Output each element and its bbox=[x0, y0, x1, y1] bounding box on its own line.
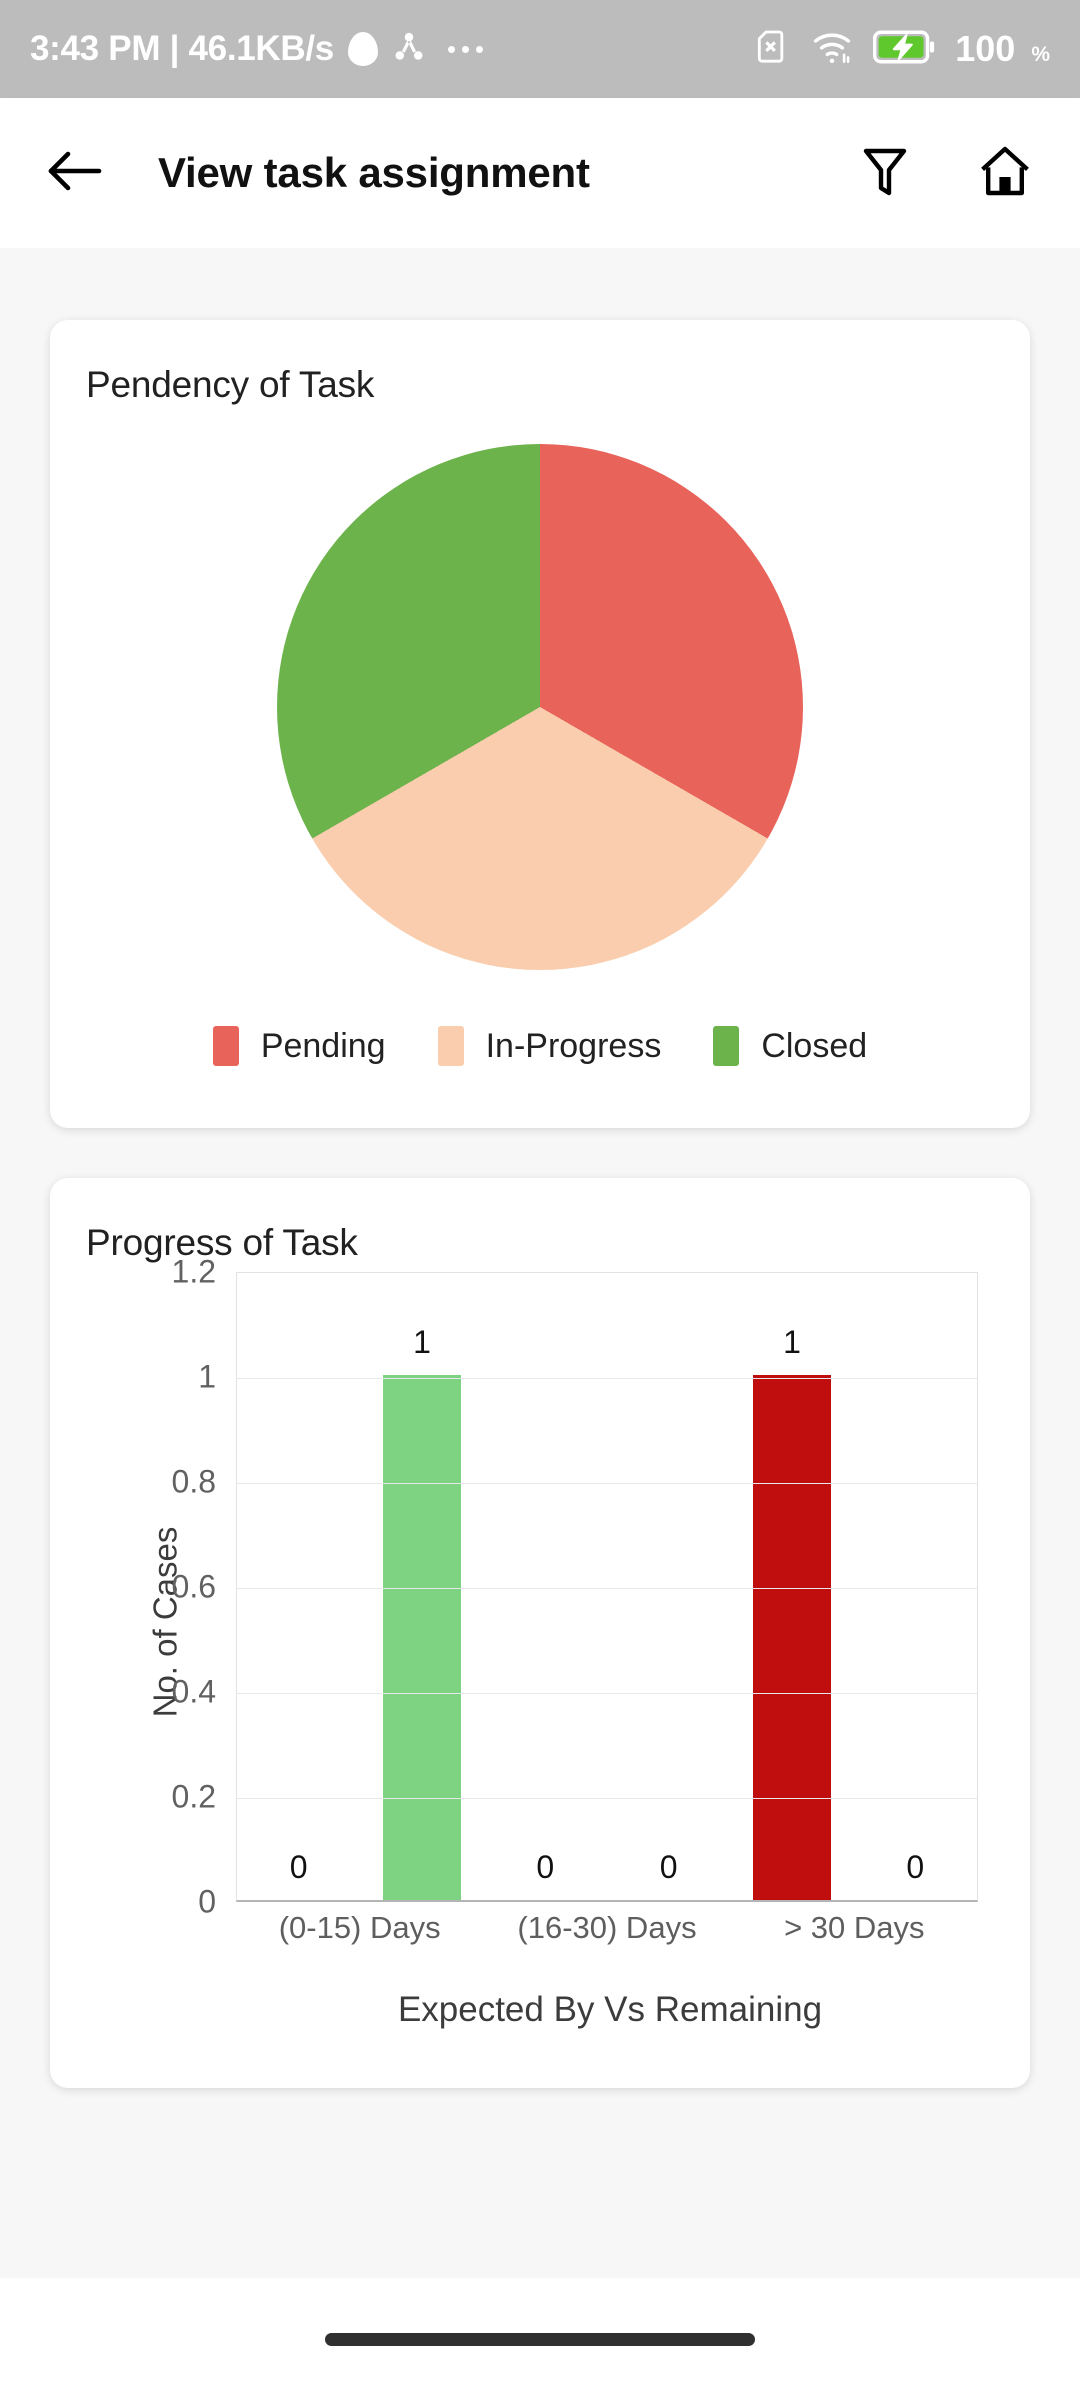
y-axis-tick-label: 0.4 bbox=[171, 1673, 216, 1710]
phone-screen: 3:43 PM | 46.1KB/s 100 % View task assig… bbox=[0, 0, 1080, 2400]
y-axis-tick-label: 0.2 bbox=[171, 1778, 216, 1815]
pendency-pie-chart[interactable] bbox=[277, 444, 803, 970]
pendency-card-title: Pendency of Task bbox=[86, 364, 375, 405]
progress-card-title: Progress of Task bbox=[86, 1222, 358, 1263]
bar-slot[interactable]: 0 bbox=[484, 1273, 607, 1900]
bar-slot[interactable]: 0 bbox=[607, 1273, 730, 1900]
back-button[interactable] bbox=[44, 142, 106, 204]
y-axis-tick-label: 0.6 bbox=[171, 1568, 216, 1605]
y-axis-tick-label: 1.2 bbox=[171, 1253, 216, 1290]
bar-slot[interactable]: 0 bbox=[854, 1273, 977, 1900]
filter-funnel-icon bbox=[861, 145, 909, 202]
y-axis-ticks: 0 0.2 0.4 0.6 0.8 1 1.2 bbox=[116, 1254, 226, 1920]
y-axis-tick-label: 0 bbox=[198, 1883, 216, 1920]
status-bar: 3:43 PM | 46.1KB/s 100 % bbox=[0, 0, 1080, 98]
bar-series-group: 0 1 0 0 1 0 bbox=[237, 1273, 977, 1900]
grid-line bbox=[237, 1588, 977, 1589]
sim-card-off-icon bbox=[751, 27, 791, 72]
bar-value-label: 0 bbox=[659, 1849, 678, 1885]
bar-chart-body: No. of Cases 0 0.2 0.4 0.6 0.8 1 1.2 010010 (0… bbox=[50, 1254, 1030, 2088]
status-bar-left: 3:43 PM | 46.1KB/s bbox=[30, 29, 751, 69]
page-title: View task assignment bbox=[158, 149, 590, 196]
grid-line bbox=[237, 1378, 977, 1379]
legend-item-pending[interactable]: Pending bbox=[212, 1026, 386, 1066]
status-clock: 3:43 PM | 46.1KB/s bbox=[30, 29, 334, 68]
grid-line bbox=[237, 1798, 977, 1799]
y-axis-tick-label: 0.8 bbox=[171, 1463, 216, 1500]
battery-charging-icon bbox=[873, 29, 935, 69]
legend-item-closed[interactable]: Closed bbox=[713, 1026, 867, 1066]
bar-slot[interactable]: 1 bbox=[730, 1273, 853, 1900]
status-bar-right: 100 % bbox=[751, 27, 1050, 72]
x-axis-category-labels: (0-15) Days (16-30) Days > 30 Days bbox=[236, 1910, 978, 1946]
grid-line bbox=[237, 1483, 977, 1484]
x-axis-category-label: (16-30) Days bbox=[517, 1910, 697, 1945]
wifi-icon bbox=[811, 28, 853, 71]
x-axis-category-label: > 30 Days bbox=[784, 1910, 925, 1945]
bar-value-label: 0 bbox=[906, 1849, 925, 1885]
percent-sign-label: % bbox=[1031, 42, 1050, 66]
legend-label: In-Progress bbox=[485, 1026, 662, 1065]
legend-label: Pending bbox=[260, 1026, 386, 1065]
share-nodes-icon bbox=[392, 30, 426, 69]
bar-plot-area: 0 1 0 0 1 0 bbox=[236, 1272, 978, 1902]
bar-value-label: 0 bbox=[289, 1849, 308, 1885]
grid-line bbox=[237, 1693, 977, 1694]
content-scroll-area[interactable]: Pendency of Task Pending In-Progress Close… bbox=[0, 248, 1080, 2278]
pendency-of-task-card: Pendency of Task Pending In-Progress Close… bbox=[50, 320, 1030, 1128]
legend-label: Closed bbox=[761, 1026, 868, 1065]
progress-of-task-card: Progress of Task No. of Cases 0 0.2 0.4 0.6… bbox=[50, 1178, 1030, 2088]
bar-chart-area[interactable]: No. of Cases 0 0.2 0.4 0.6 0.8 1 1.2 010010 (0… bbox=[50, 1254, 978, 1972]
app-bar: View task assignment bbox=[0, 98, 1080, 248]
gesture-home-bar[interactable] bbox=[325, 2332, 755, 2346]
bar[interactable] bbox=[752, 1375, 832, 1900]
bar-slot[interactable]: 0 bbox=[237, 1273, 360, 1900]
bar-value-label: 1 bbox=[413, 1324, 431, 1360]
x-axis-title: Expected By Vs Remaining bbox=[397, 1990, 823, 2029]
y-axis-tick-label: 1 bbox=[198, 1358, 216, 1395]
recording-blob-icon bbox=[347, 32, 378, 66]
legend-swatch-icon bbox=[437, 1026, 464, 1066]
home-icon bbox=[979, 145, 1031, 202]
navigation-gesture-area bbox=[0, 2278, 1080, 2400]
legend-item-in-progress[interactable]: In-Progress bbox=[437, 1026, 662, 1066]
x-axis-category-label: (0-15) Days bbox=[278, 1910, 441, 1945]
bar-value-label: 1 bbox=[783, 1324, 801, 1360]
bar-value-label: 0 bbox=[536, 1849, 555, 1885]
filter-button[interactable] bbox=[854, 142, 916, 204]
pie-chart-legend: Pending In-Progress Closed bbox=[50, 970, 1030, 1128]
home-button[interactable] bbox=[974, 142, 1036, 204]
legend-swatch-icon bbox=[212, 1026, 239, 1066]
app-bar-actions bbox=[854, 142, 1036, 204]
bar-slot[interactable]: 1 bbox=[360, 1273, 483, 1900]
bar[interactable] bbox=[382, 1375, 462, 1900]
pie-chart-container bbox=[50, 406, 1030, 970]
legend-swatch-icon bbox=[713, 1026, 740, 1066]
battery-percent-label: 100 bbox=[955, 28, 1016, 69]
overflow-dots-icon bbox=[447, 45, 483, 53]
arrow-back-icon bbox=[47, 148, 103, 199]
